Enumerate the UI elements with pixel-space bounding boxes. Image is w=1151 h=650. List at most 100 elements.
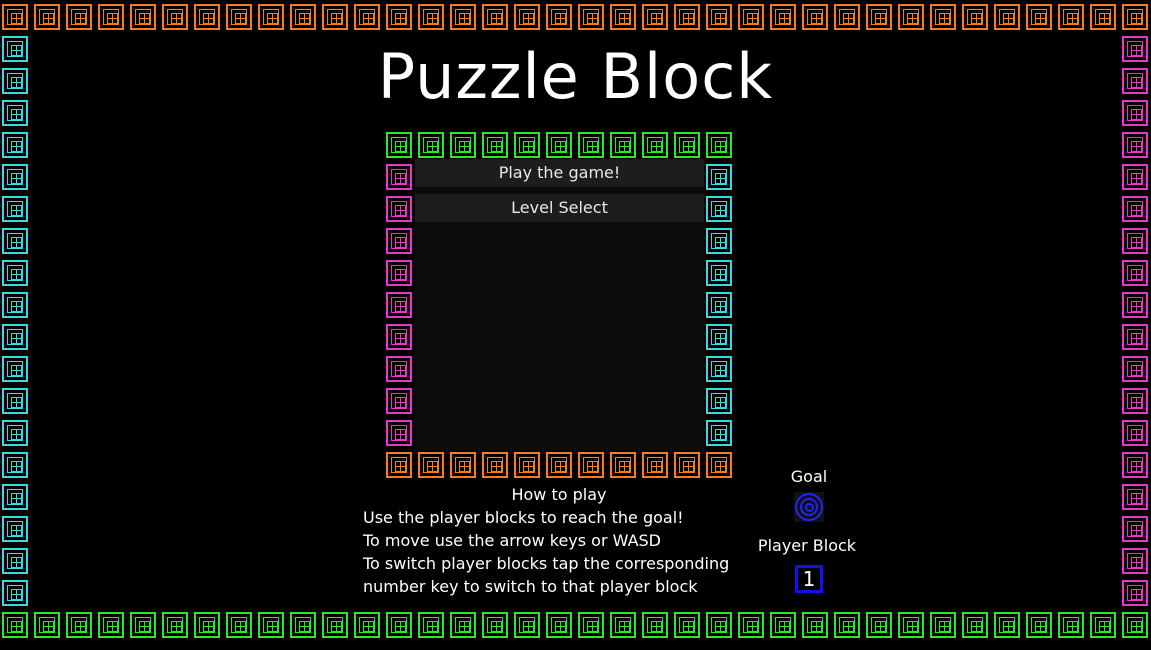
border-tile-icon (706, 452, 732, 478)
border-tile-icon (482, 4, 508, 30)
border-tile-icon (674, 4, 700, 30)
border-tile-icon (898, 612, 924, 638)
border-tile-icon (994, 612, 1020, 638)
game-title: Puzzle Block (377, 40, 774, 113)
border-tile-icon (1122, 4, 1148, 30)
border-tile-icon (1122, 484, 1148, 510)
border-tile-icon (162, 612, 188, 638)
border-tile-icon (898, 4, 924, 30)
border-tile-icon (2, 228, 28, 254)
border-tile-icon (2, 548, 28, 574)
border-tile-icon (386, 356, 412, 382)
border-tile-icon (610, 4, 636, 30)
border-tile-icon (642, 4, 668, 30)
border-tile-icon (610, 132, 636, 158)
border-tile-icon (418, 452, 444, 478)
border-tile-icon (194, 612, 220, 638)
border-tile-icon (514, 452, 540, 478)
border-tile-icon (66, 4, 92, 30)
border-tile-icon (2, 580, 28, 606)
border-tile-icon (578, 4, 604, 30)
border-tile-icon (386, 324, 412, 350)
border-tile-icon (1122, 580, 1148, 606)
border-tile-icon (610, 452, 636, 478)
border-tile-icon (2, 452, 28, 478)
border-tile-icon (450, 132, 476, 158)
border-tile-icon (706, 132, 732, 158)
border-tile-icon (706, 388, 732, 414)
border-tile-icon (1122, 260, 1148, 286)
border-tile-icon (482, 612, 508, 638)
border-tile-icon (418, 132, 444, 158)
border-tile-icon (226, 612, 252, 638)
how-to-play-line: Use the player blocks to reach the goal! (363, 508, 684, 527)
border-tile-icon (706, 324, 732, 350)
border-tile-icon (386, 4, 412, 30)
border-tile-icon (386, 260, 412, 286)
border-tile-icon (962, 4, 988, 30)
border-tile-icon (866, 4, 892, 30)
border-tile-icon (834, 612, 860, 638)
border-tile-icon (994, 4, 1020, 30)
border-tile-icon (802, 4, 828, 30)
border-tile-icon (162, 4, 188, 30)
border-tile-icon (514, 4, 540, 30)
border-tile-icon (1122, 420, 1148, 446)
border-tile-icon (1122, 196, 1148, 222)
border-tile-icon (386, 292, 412, 318)
border-tile-icon (226, 4, 252, 30)
border-tile-icon (1122, 356, 1148, 382)
border-tile-icon (962, 612, 988, 638)
border-tile-icon (386, 452, 412, 478)
border-tile-icon (802, 612, 828, 638)
border-tile-icon (1122, 164, 1148, 190)
border-tile-icon (738, 612, 764, 638)
border-tile-icon (706, 4, 732, 30)
border-tile-icon (706, 164, 732, 190)
border-tile-icon (386, 228, 412, 254)
border-tile-icon (482, 132, 508, 158)
border-tile-icon (2, 388, 28, 414)
border-tile-icon (738, 4, 764, 30)
border-tile-icon (2, 420, 28, 446)
border-tile-icon (514, 612, 540, 638)
border-tile-icon (642, 132, 668, 158)
border-tile-icon (1122, 292, 1148, 318)
border-tile-icon (514, 132, 540, 158)
border-tile-icon (546, 612, 572, 638)
how-to-play-line: To switch player blocks tap the correspo… (363, 554, 730, 573)
border-tile-icon (642, 612, 668, 638)
border-tile-icon (1122, 516, 1148, 542)
how-to-play-line: number key to switch to that player bloc… (363, 577, 698, 596)
border-tile-icon (34, 612, 60, 638)
border-tile-icon (386, 132, 412, 158)
border-tile-icon (866, 612, 892, 638)
border-tile-icon (386, 196, 412, 222)
player-block-label: Player Block (757, 536, 857, 555)
border-tile-icon (674, 612, 700, 638)
level-select-button[interactable]: Level Select (415, 194, 704, 222)
border-tile-icon (706, 356, 732, 382)
border-tile-icon (450, 452, 476, 478)
goal-icon (794, 492, 824, 522)
border-tile-icon (2, 356, 28, 382)
border-tile-icon (674, 132, 700, 158)
border-tile-icon (610, 612, 636, 638)
border-tile-icon (578, 612, 604, 638)
play-button[interactable]: Play the game! (415, 159, 704, 187)
border-tile-icon (258, 612, 284, 638)
border-tile-icon (2, 292, 28, 318)
border-tile-icon (1090, 612, 1116, 638)
border-tile-icon (34, 4, 60, 30)
border-tile-icon (2, 132, 28, 158)
border-tile-icon (1058, 4, 1084, 30)
border-tile-icon (130, 612, 156, 638)
border-tile-icon (834, 4, 860, 30)
border-tile-icon (1122, 612, 1148, 638)
border-tile-icon (1122, 324, 1148, 350)
border-tile-icon (98, 4, 124, 30)
border-tile-icon (642, 452, 668, 478)
border-tile-icon (258, 4, 284, 30)
border-tile-icon (386, 388, 412, 414)
border-tile-icon (2, 196, 28, 222)
